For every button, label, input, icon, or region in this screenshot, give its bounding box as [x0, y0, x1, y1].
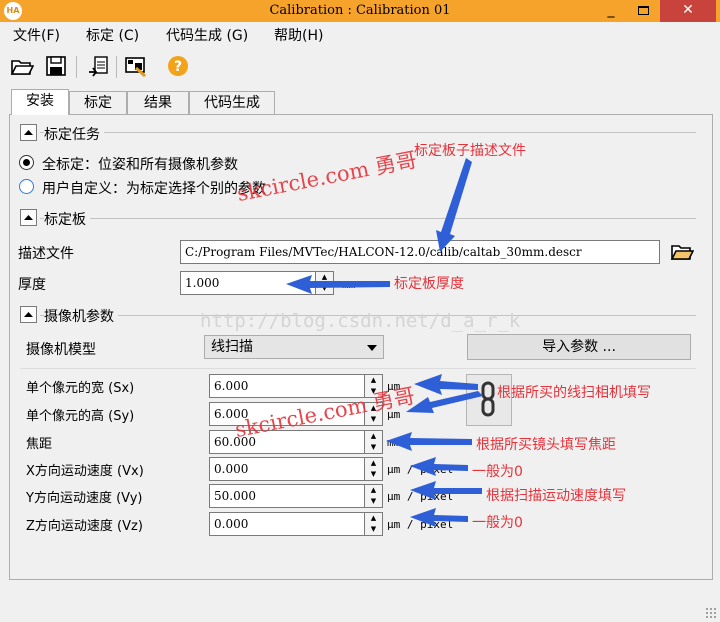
focal-length-spinner[interactable]: ▲ ▼: [365, 430, 383, 454]
save-icon[interactable]: [44, 54, 68, 78]
annotation-desc-file: 标定板子描述文件: [414, 143, 526, 159]
toolbar-separator: [76, 56, 77, 78]
camera-model-label: 摄像机模型: [26, 342, 96, 358]
section-title-camera: 摄像机参数: [44, 306, 118, 326]
toolbar: ?: [0, 48, 720, 84]
help-icon[interactable]: ?: [166, 54, 190, 78]
description-file-input[interactable]: C:/Program Files/MVTec/HALCON-12.0/calib…: [180, 240, 660, 264]
velocity-z-spinner[interactable]: ▲ ▼: [365, 512, 383, 536]
annotation-focal: 根据所买镜头填写焦距: [476, 437, 616, 453]
velocity-y-spinner[interactable]: ▲ ▼: [365, 484, 383, 508]
velocity-x-input[interactable]: 0.000: [209, 457, 365, 481]
param-unit: μm / pixel: [387, 463, 454, 476]
param-unit: μm / pixel: [387, 518, 454, 531]
menu-file[interactable]: 文件(F): [13, 25, 60, 45]
description-file-label: 描述文件: [18, 246, 74, 262]
section-title-calib-task: 标定任务: [44, 124, 104, 144]
annotation-thickness: 标定板厚度: [394, 276, 464, 292]
browse-folder-icon[interactable]: [670, 240, 695, 264]
camera-model-value: 线扫描: [211, 339, 253, 355]
svg-text:?: ?: [174, 59, 182, 75]
annotation-vz: 一般为0: [472, 515, 523, 531]
dropdown-arrow-icon: [367, 345, 377, 351]
param-label: 单个像元的高 (Sy): [26, 409, 135, 424]
title-bar[interactable]: HA Calibration : Calibration 01 _ ✕: [0, 0, 720, 22]
collapse-camera-button[interactable]: [20, 306, 37, 323]
param-unit: μm / pixel: [387, 490, 454, 503]
annotation-line-scan: 根据所买的线扫相机填写: [497, 385, 651, 401]
param-label: Z方向运动速度 (Vz): [26, 519, 143, 534]
section-divider: [40, 132, 696, 133]
open-folder-icon[interactable]: [10, 54, 35, 78]
collapse-plate-button[interactable]: [20, 209, 37, 226]
param-unit: mm: [387, 436, 401, 449]
import-parameters-button[interactable]: 导入参数 ...: [467, 334, 691, 360]
thickness-input[interactable]: 1.000: [180, 271, 316, 295]
thickness-spinner[interactable]: ▲ ▼: [316, 271, 334, 295]
tab-calibrate[interactable]: 标定: [69, 91, 127, 114]
minimize-button[interactable]: _: [596, 0, 626, 22]
chevron-up-icon: [24, 130, 33, 135]
radio-custom-calibration-label: 用户自定义：为标定选择个别的参数: [42, 181, 266, 197]
tab-install[interactable]: 安装: [11, 89, 69, 115]
chevron-up-icon: [24, 312, 33, 317]
annotation-vx: 一般为0: [472, 464, 523, 480]
param-label: X方向运动速度 (Vx): [26, 464, 144, 479]
menu-bar: 文件(F) 标定 (C) 代码生成 (G) 帮助(H): [0, 22, 720, 46]
menu-codegen[interactable]: 代码生成 (G): [166, 25, 248, 45]
row-divider: [20, 368, 696, 369]
param-label: 焦距: [26, 437, 53, 452]
maximize-icon: [637, 5, 649, 15]
radio-full-calibration[interactable]: [19, 155, 34, 170]
radio-custom-calibration[interactable]: [19, 179, 34, 194]
param-label: 单个像元的宽 (Sx): [26, 381, 135, 396]
resize-grip-icon[interactable]: [705, 607, 717, 619]
section-divider: [40, 218, 696, 219]
report-icon[interactable]: [86, 54, 110, 78]
section-title-plate: 标定板: [44, 209, 90, 229]
tab-codegen[interactable]: 代码生成: [189, 91, 275, 114]
velocity-x-spinner[interactable]: ▲ ▼: [365, 457, 383, 481]
tab-results[interactable]: 结果: [127, 91, 189, 114]
load-image-icon[interactable]: [124, 54, 148, 78]
annotation-vy: 根据扫描运动速度填写: [486, 488, 626, 504]
velocity-y-input[interactable]: 50.000: [209, 484, 365, 508]
url-watermark: http://blog.csdn.net/d_a_r_k: [200, 310, 521, 332]
close-button[interactable]: ✕: [660, 0, 716, 22]
radio-full-calibration-label: 全标定：位姿和所有摄像机参数: [42, 157, 238, 173]
maximize-button[interactable]: [628, 0, 658, 22]
param-label: Y方向运动速度 (Vy): [26, 491, 143, 506]
collapse-calib-task-button[interactable]: [20, 124, 37, 141]
camera-model-select[interactable]: 线扫描: [204, 335, 384, 359]
thickness-label: 厚度: [18, 277, 46, 293]
thickness-unit: mm: [342, 278, 356, 291]
velocity-z-input[interactable]: 0.000: [209, 512, 365, 536]
chevron-up-icon: [24, 215, 33, 220]
toolbar-separator: [116, 56, 117, 78]
menu-help[interactable]: 帮助(H): [274, 25, 323, 45]
status-bar: [0, 596, 720, 622]
menu-calibrate[interactable]: 标定 (C): [86, 25, 139, 45]
